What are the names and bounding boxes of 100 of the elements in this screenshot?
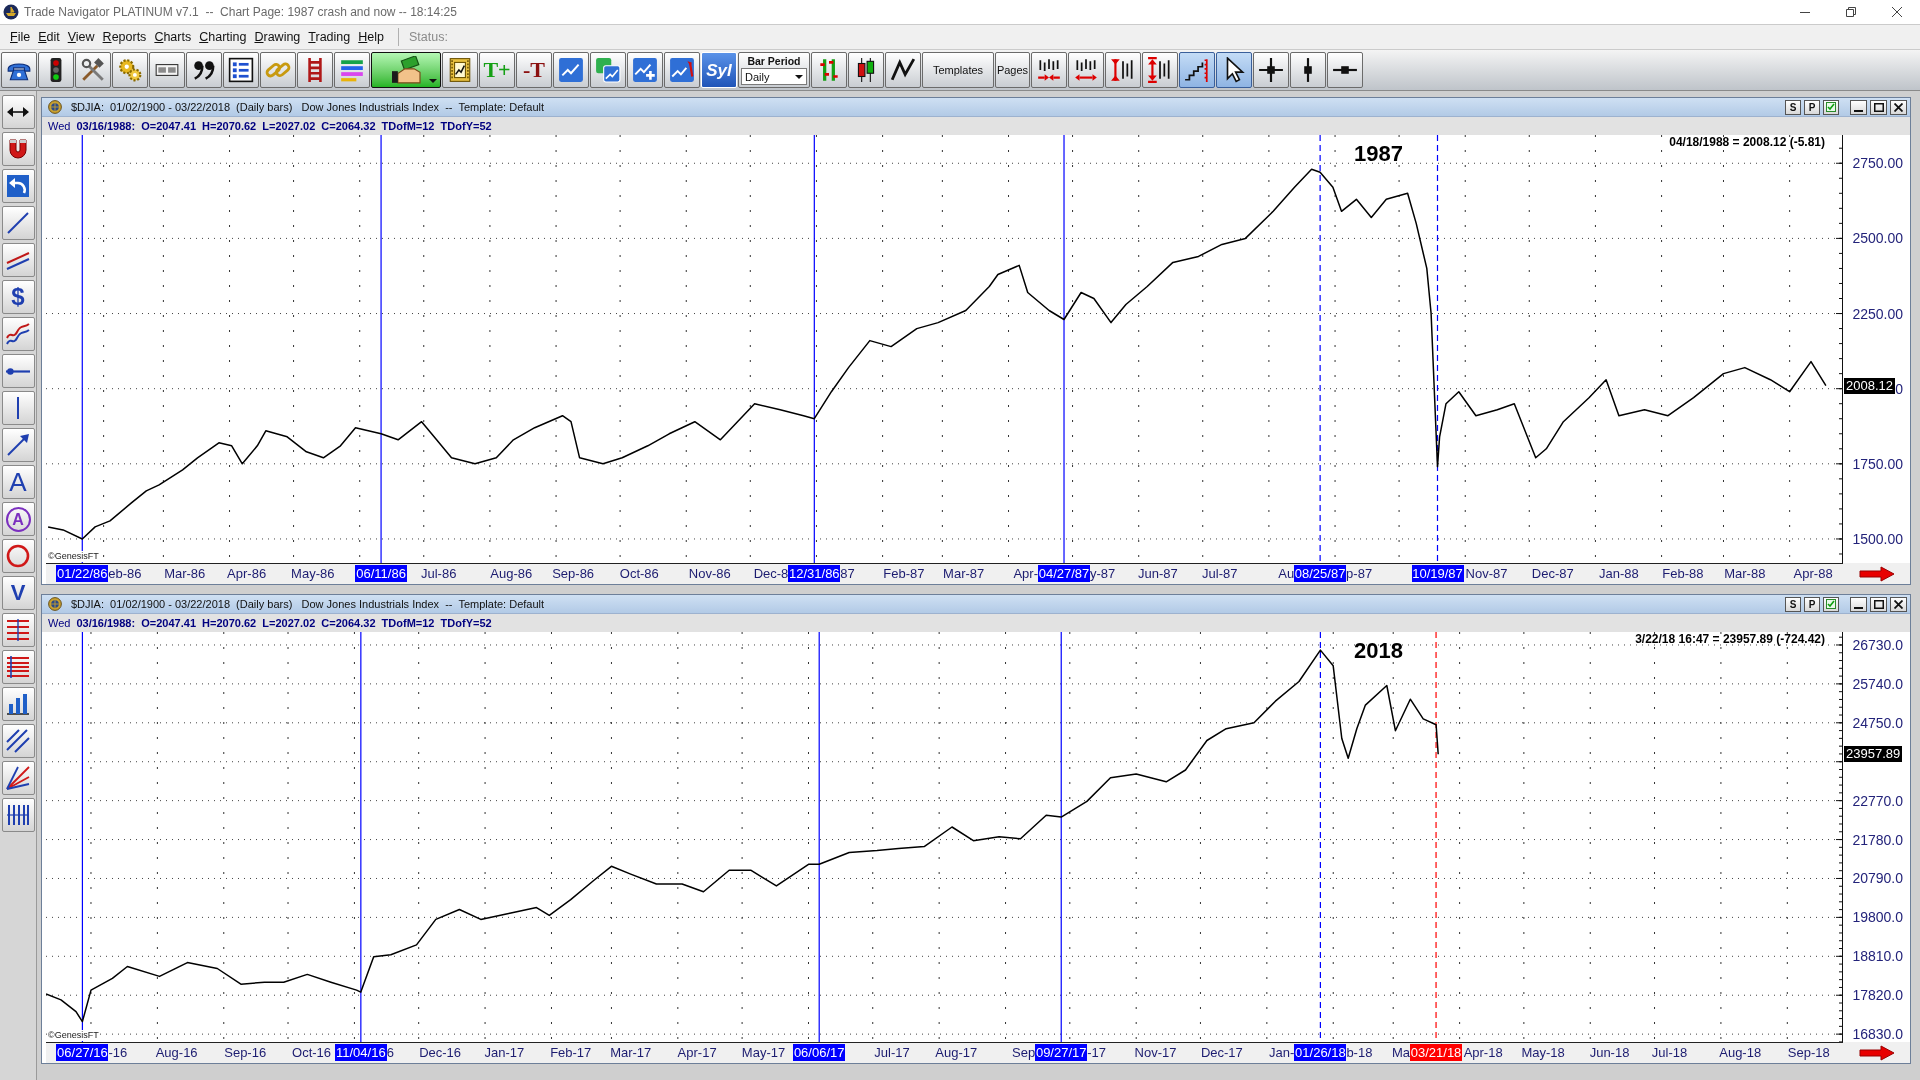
drawing-tool-button[interactable] (1, 354, 35, 388)
close-button[interactable] (1890, 99, 1907, 115)
menu-item[interactable]: View (63, 27, 99, 47)
axis-label: Mar-17 (610, 1044, 652, 1061)
toolbar-button[interactable] (1031, 52, 1067, 88)
toolbar-button[interactable]: Pages (995, 52, 1030, 88)
minimize-icon[interactable] (1800, 11, 1810, 13)
toolbar-button[interactable]: Syl (701, 52, 737, 88)
minimize-button[interactable] (1850, 596, 1867, 612)
toolbar-button[interactable] (75, 52, 111, 88)
maximize-button[interactable] (1870, 99, 1887, 115)
chart-option-button[interactable]: P (1804, 596, 1820, 612)
chart-option-button[interactable]: P (1804, 99, 1820, 115)
toolbar-button[interactable] (149, 52, 185, 88)
check-icon (1826, 102, 1836, 112)
menu-item[interactable]: Edit (34, 27, 64, 47)
restore-icon[interactable] (1846, 7, 1856, 17)
menu-item[interactable]: Trading (304, 27, 355, 47)
menu-item[interactable]: File (6, 27, 35, 47)
parallel-diagonals-icon (6, 729, 30, 753)
menu-item[interactable]: Help (354, 27, 388, 47)
toolbar-button[interactable] (885, 52, 921, 88)
right-arrow-icon[interactable] (1858, 565, 1895, 582)
toolbar-button[interactable]: Templates (922, 52, 994, 88)
status-label: Status: (408, 28, 448, 46)
toolbar-button[interactable] (297, 52, 333, 88)
price-readout: 3/22/18 16:47 = 23957.89 (-724.42) (1635, 632, 1825, 647)
menu-item[interactable]: Charting (195, 27, 251, 47)
check-button[interactable] (1823, 99, 1839, 115)
check-button[interactable] (1823, 596, 1839, 612)
chart-option-button[interactable]: S (1785, 99, 1801, 115)
drawing-tool-button[interactable] (1, 687, 35, 721)
drawing-tool-button[interactable] (1, 724, 35, 758)
drawing-tool-button[interactable] (1, 132, 35, 166)
axis-label: Jan-17 (484, 1044, 525, 1061)
bars-inward-arrows-icon (1036, 57, 1062, 83)
film-chart-icon (447, 57, 473, 83)
toolbar-button[interactable] (1142, 52, 1178, 88)
price-readout: 04/18/1988 = 2008.12 (-5.81) (1669, 135, 1825, 150)
window-title: Trade Navigator PLATINUM v7.1 -- Chart Page: 1987 crash and now -- 18:14:25 (24, 4, 457, 21)
toolbar-button[interactable] (1068, 52, 1104, 88)
toolbar-button[interactable]: -T (516, 52, 552, 88)
magnet-icon (6, 137, 30, 161)
close-button[interactable] (1890, 596, 1907, 612)
drawing-tool-button[interactable] (1, 428, 35, 462)
last-price-label: 2008.12 (1844, 377, 1895, 394)
toolbar-button[interactable] (1105, 52, 1141, 88)
menu-item[interactable]: Drawing (250, 27, 305, 47)
drawing-tool-button[interactable]: V (1, 576, 35, 610)
date-marker-label: 08/25/87 (1294, 565, 1347, 582)
bars-updown-arrows-icon (1147, 57, 1173, 83)
last-price-label: 23957.89 (1844, 746, 1903, 763)
bar-info: 03/16/1988: O=2047.41 H=2070.62 L=2027.02 C=2064.32 TDofM=12 TDofY=52 (76, 616, 492, 630)
drawing-tool-button[interactable] (1, 206, 35, 240)
menu-item[interactable]: Reports (98, 27, 151, 47)
toolbar-button[interactable] (1290, 52, 1326, 88)
partial-axis-label: -16 (108, 1044, 128, 1061)
minimize-icon (1854, 606, 1863, 609)
drawing-tool-button[interactable]: A (1, 502, 35, 536)
chart-option-button[interactable]: S (1785, 596, 1801, 612)
drawing-tool-button[interactable] (1, 798, 35, 832)
period-dropdown[interactable]: Daily (741, 68, 807, 85)
minimize-icon (1854, 109, 1863, 112)
bullet-list-icon (228, 57, 254, 83)
copyright-label: ©GenesisFT (48, 551, 99, 562)
partial-axis-label: y-87 (1090, 565, 1116, 582)
day-label: Wed (48, 616, 71, 630)
toolbar-button[interactable] (186, 52, 222, 88)
drawing-tool-button[interactable] (1, 243, 35, 277)
drawing-tool-button[interactable] (1, 391, 35, 425)
date-marker-label: 04/27/87 (1038, 565, 1090, 582)
toolbar-button[interactable] (1, 52, 37, 88)
close-icon (1894, 599, 1903, 609)
drawing-tool-button[interactable]: $ (1, 280, 35, 314)
toolbar-button[interactable] (1179, 52, 1215, 88)
date-marker-label: 01/26/18 (1294, 1044, 1347, 1061)
menu-item[interactable]: Charts (150, 27, 196, 47)
globe-icon (48, 100, 62, 114)
axis-label: May-17 (741, 1044, 786, 1061)
toolbar-button[interactable] (1216, 52, 1252, 88)
axis-label: Apr-88 (1793, 565, 1833, 582)
toolbar-button[interactable] (848, 52, 884, 88)
partial-axis-label: eb-86 (108, 565, 142, 582)
date-marker-label: 06/11/86 (355, 565, 408, 582)
drawing-tool-button[interactable] (1, 317, 35, 351)
toolbar-button[interactable] (442, 52, 478, 88)
toolbar-button[interactable] (223, 52, 259, 88)
drawing-tool-button[interactable] (1, 761, 35, 795)
close-icon[interactable] (1892, 7, 1902, 17)
bar-chart-icon (6, 692, 30, 716)
drawing-tool-button[interactable] (1, 95, 35, 129)
retracement-lines-icon (6, 655, 30, 679)
toolbar-button[interactable] (1253, 52, 1289, 88)
toolbar-button[interactable] (371, 52, 441, 88)
right-arrow-icon[interactable] (1858, 1044, 1895, 1061)
minimize-button[interactable] (1850, 99, 1867, 115)
maximize-button[interactable] (1870, 596, 1887, 612)
drawing-tool-button[interactable]: A (1, 465, 35, 499)
toolbar-button[interactable] (1327, 52, 1363, 88)
toolbar-button[interactable] (38, 52, 74, 88)
